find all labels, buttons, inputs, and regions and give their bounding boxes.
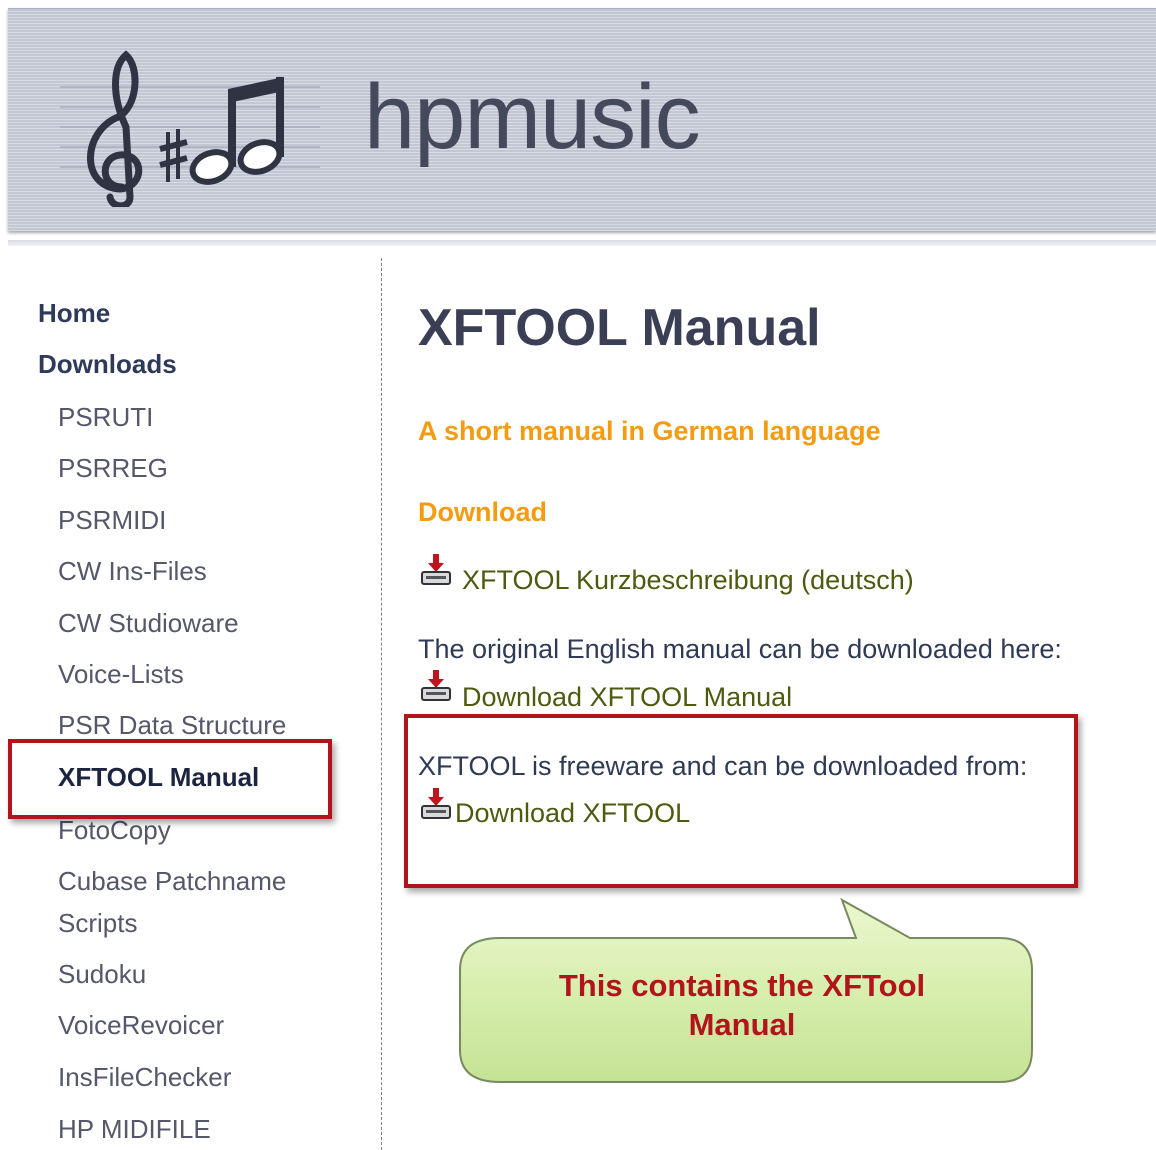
nav-voicerevoicer[interactable]: VoiceRevoicer — [58, 1010, 224, 1041]
nav-scripts[interactable]: Scripts — [58, 908, 137, 939]
nav-hp-midifile[interactable]: HP MIDIFILE — [58, 1114, 211, 1145]
callout-line-1: This contains the XFTool — [558, 968, 926, 1003]
site-name[interactable]: hpmusic — [364, 71, 701, 163]
english-manual-link[interactable]: Download XFTOOL Manual — [462, 682, 792, 713]
download-heading: Download — [418, 497, 547, 527]
nav-cw-ins-files[interactable]: CW Ins-Files — [58, 556, 207, 587]
english-manual-intro: The original English manual can be downl… — [418, 634, 1062, 664]
download-icon — [421, 554, 451, 585]
site-logo[interactable] — [60, 37, 320, 210]
nav-home[interactable]: Home — [38, 298, 110, 329]
sidebar-divider — [381, 258, 382, 1150]
page-title: XFTOOL Manual — [418, 299, 821, 357]
nav-downloads[interactable]: Downloads — [38, 349, 177, 380]
page-subtitle: A short manual in German language — [418, 416, 881, 446]
eighth-notes-icon — [189, 77, 284, 185]
nav-insfilechecker[interactable]: InsFileChecker — [58, 1062, 231, 1093]
german-manual-link[interactable]: XFTOOL Kurzbeschreibung (deutsch) — [462, 565, 914, 596]
callout-line-2: Manual — [688, 1007, 796, 1042]
nav-cw-studioware[interactable]: CW Studioware — [58, 608, 239, 639]
nav-fotocopy[interactable]: FotoCopy — [58, 815, 171, 846]
nav-psrmidi[interactable]: PSRMIDI — [58, 505, 166, 536]
music-notes-icon — [60, 50, 320, 210]
sharp-icon — [159, 129, 188, 182]
nav-psruti[interactable]: PSRUTI — [58, 402, 153, 433]
nav-psr-data-structure[interactable]: PSR Data Structure — [58, 710, 286, 741]
nav-cubase-patchname[interactable]: Cubase Patchname — [58, 866, 286, 897]
header-divider — [8, 240, 1156, 246]
nav-sudoku[interactable]: Sudoku — [58, 959, 146, 990]
highlight-box — [404, 714, 1078, 888]
header-banner: hpmusic — [8, 8, 1156, 231]
nav-voice-lists[interactable]: Voice-Lists — [58, 659, 184, 690]
download-icon — [421, 670, 451, 701]
active-nav-highlight — [8, 739, 332, 819]
callout-text: This contains the XFTool Manual — [458, 966, 1026, 1044]
nav-psrreg[interactable]: PSRREG — [58, 453, 168, 484]
treble-clef-icon — [87, 50, 143, 210]
